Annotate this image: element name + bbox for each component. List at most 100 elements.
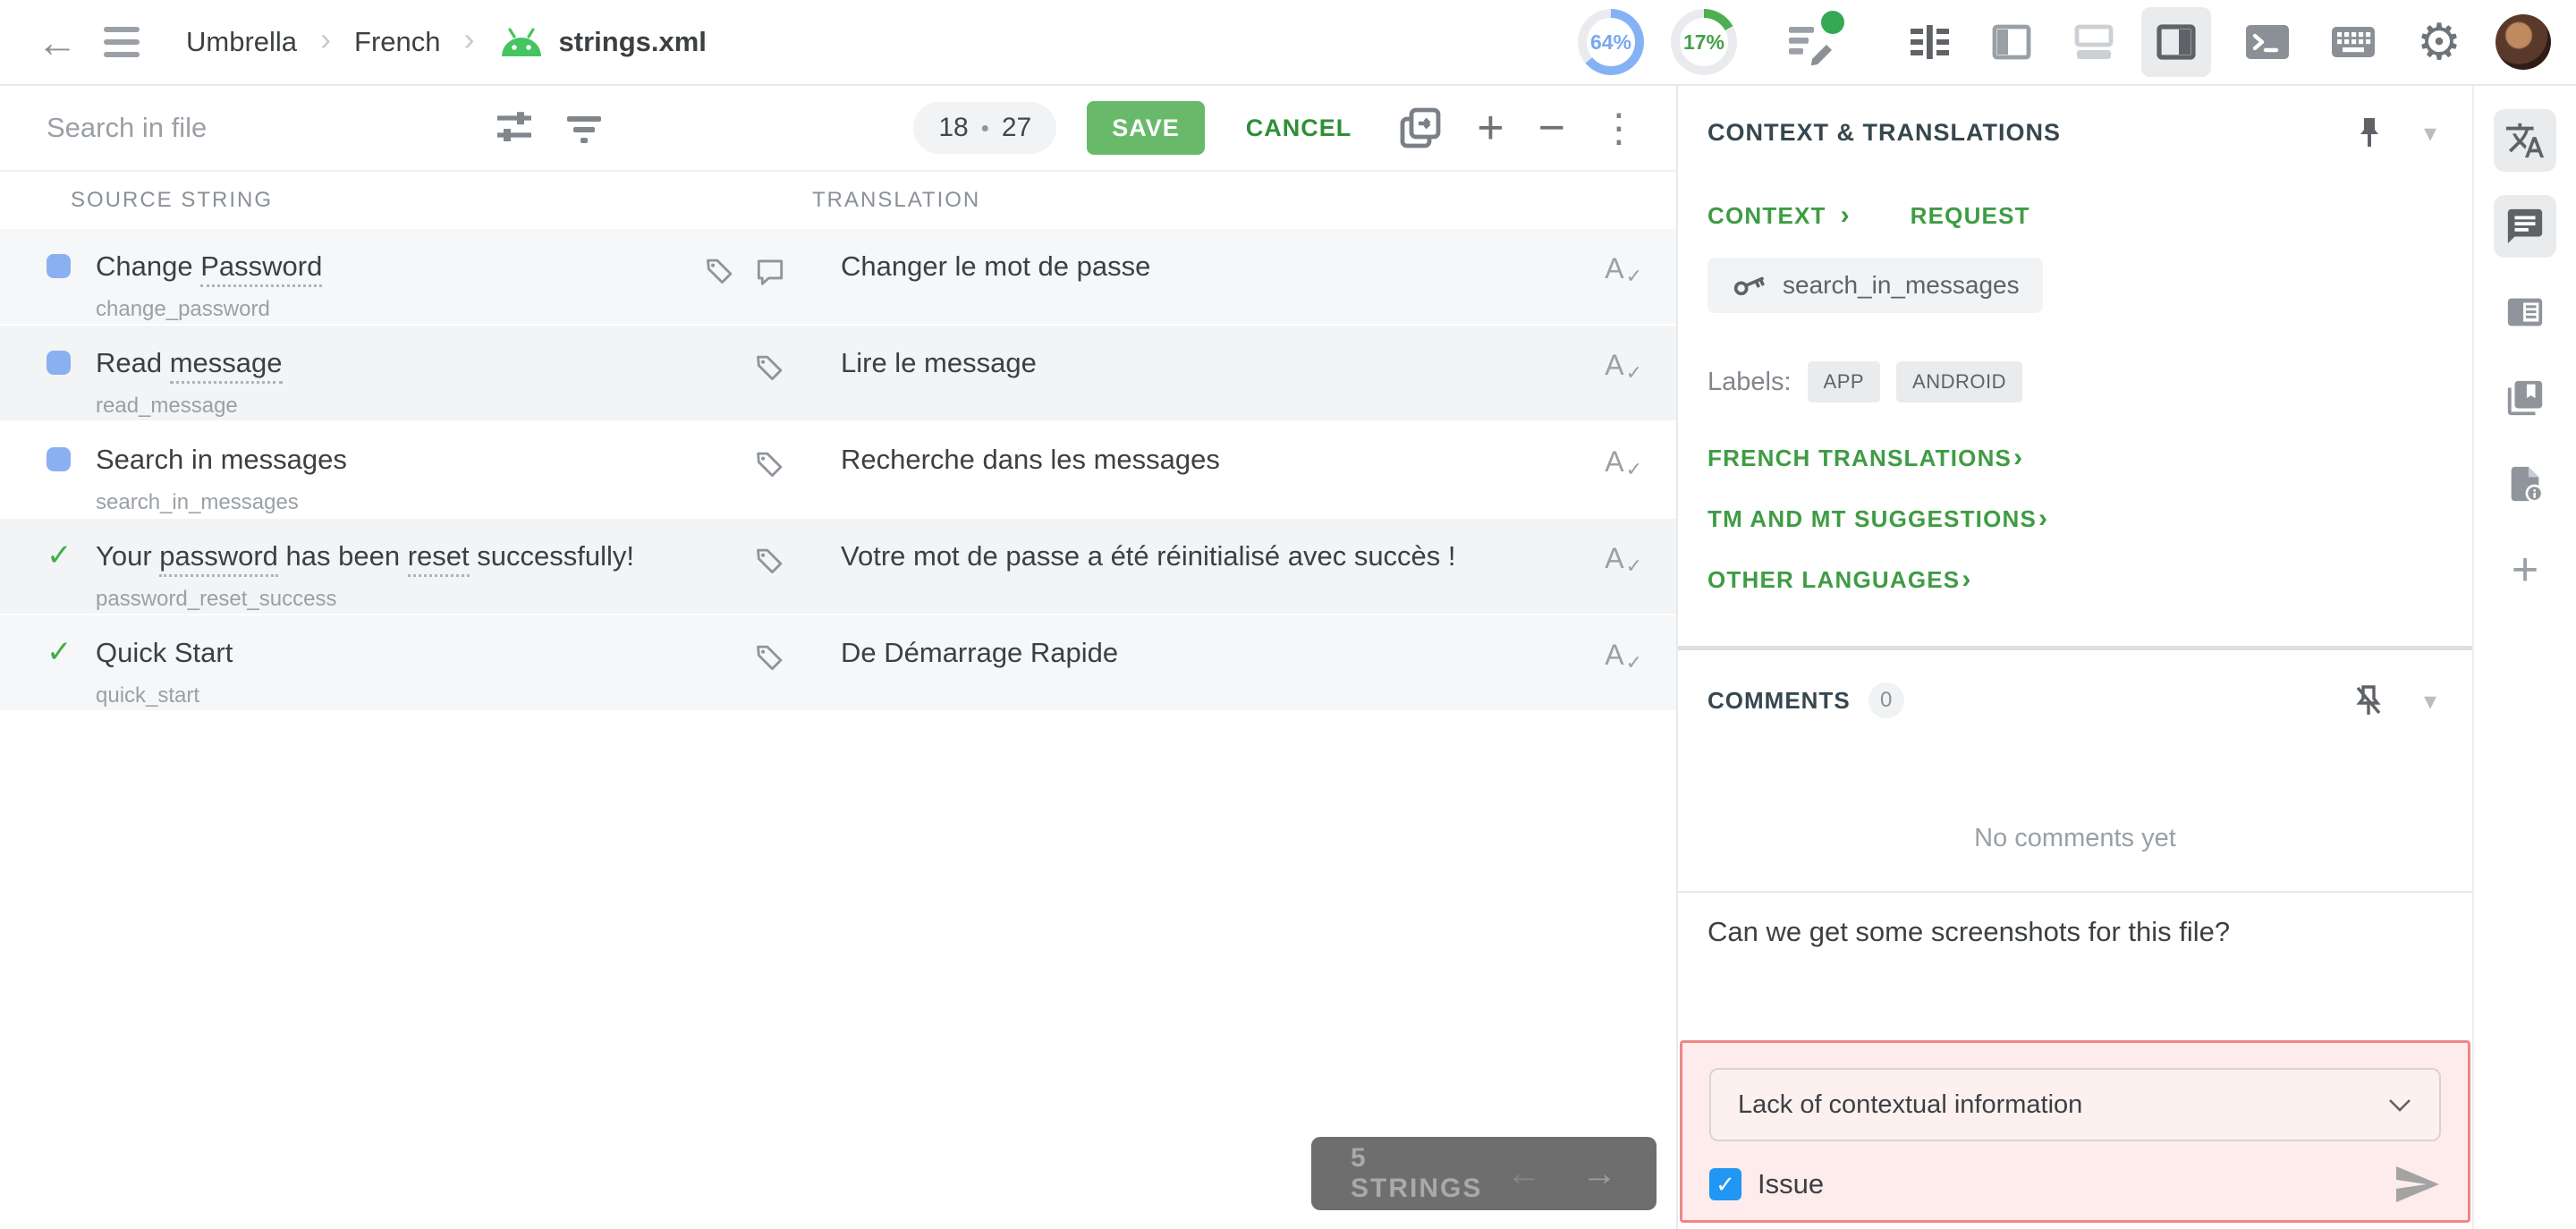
rail-add-panel-button[interactable]: + [2494, 538, 2556, 601]
console-button[interactable] [2238, 13, 2297, 72]
settings-button[interactable]: ⚙ [2410, 13, 2469, 72]
top-bar-actions: 64% 17% ⚙ [1578, 7, 2551, 77]
previous-page-arrow-icon[interactable]: ← [1506, 1154, 1542, 1194]
avatar[interactable] [2496, 14, 2551, 70]
translation-column-header: TRANSLATION [812, 188, 981, 212]
tag-icon [757, 452, 783, 478]
notification-dot [1821, 11, 1844, 34]
side-by-side-view-icon [1911, 25, 1949, 59]
section-other-languages[interactable]: OTHER LANGUAGES › [1707, 549, 2443, 610]
approved-progress-ring[interactable]: 17% [1671, 9, 1737, 75]
source-text: Change [96, 250, 201, 282]
back-arrow-icon: ← [37, 19, 78, 65]
spellcheck-icon[interactable]: A ✓ [1590, 615, 1676, 710]
issue-type-select[interactable]: Lack of contextual information [1709, 1068, 2441, 1141]
keyboard-icon [2332, 27, 2375, 57]
breadcrumb-file[interactable]: strings.xml [498, 26, 707, 58]
string-key: search_in_messages [96, 490, 299, 514]
spellcheck-icon[interactable]: A ✓ [1590, 229, 1676, 324]
key-icon [1733, 276, 1765, 296]
context-link[interactable]: CONTEXT [1707, 202, 1826, 230]
strings-pager: 5 STRINGS ← → [1311, 1137, 1657, 1210]
android-icon [501, 28, 541, 56]
advanced-filter-button[interactable] [487, 100, 542, 156]
table-row-selected[interactable]: Search in messages search_in_messages Re… [0, 422, 1676, 519]
string-identifier[interactable]: search_in_messages [1707, 258, 2043, 313]
table-row[interactable]: ✓ Quick Start quick_start De Démarrage R… [0, 615, 1676, 712]
table-row[interactable]: Read message read_message Lire le messag… [0, 326, 1676, 422]
translation-cell: Recherche dans les messages [841, 444, 1220, 475]
decrease-font-button[interactable]: − [1533, 104, 1571, 152]
editor-view-switcher [1894, 7, 2211, 77]
search-input[interactable] [45, 111, 469, 145]
table-row[interactable]: Change Password change_password Changer … [0, 229, 1676, 326]
sidebar-rail: + [2472, 86, 2576, 1229]
spellcheck-icon[interactable]: A ✓ [1590, 519, 1676, 614]
activity-notes-button[interactable] [1784, 11, 1844, 72]
comments-count-badge: 0 [1868, 682, 1904, 718]
side-by-side-view-button[interactable] [1894, 7, 1964, 77]
top-bar: ← Umbrella › French › strings.xml 64% 17… [0, 0, 2576, 86]
source-text: Your [96, 540, 160, 572]
section-french-translations[interactable]: FRENCH TRANSLATIONS › [1707, 428, 2443, 488]
rail-glossary-button[interactable] [2494, 367, 2556, 429]
breadcrumb-project[interactable]: Umbrella [186, 26, 297, 58]
rail-file-context-button[interactable] [2494, 453, 2556, 515]
next-page-arrow-icon[interactable]: → [1581, 1154, 1617, 1194]
spellcheck-icon[interactable]: A ✓ [1590, 326, 1676, 420]
bullet-icon: • [980, 114, 989, 141]
breadcrumb-language[interactable]: French [354, 26, 440, 58]
panel-divider [1678, 646, 2472, 650]
string-identifier-text: search_in_messages [1783, 271, 2020, 299]
translated-progress-ring[interactable]: 64% [1578, 9, 1644, 75]
right-panel-view-button[interactable] [2141, 7, 2211, 77]
chevron-down-icon[interactable]: ▾ [2424, 686, 2436, 716]
filter-strings-button[interactable] [556, 100, 612, 156]
bottom-panel-view-icon [2074, 24, 2114, 59]
unpin-icon[interactable] [2352, 682, 2385, 718]
counter-total: 27 [1001, 113, 1032, 142]
rail-comments-button[interactable] [2494, 195, 2556, 258]
source-text: Search in messages [96, 444, 347, 475]
context-sidebar: CONTEXT & TRANSLATIONS ▾ CONTEXT › REQUE… [1676, 86, 2472, 1229]
chevron-right-icon: › [2038, 504, 2048, 533]
rail-context-button[interactable] [2494, 281, 2556, 343]
gear-icon: ⚙ [2416, 13, 2462, 70]
spellcheck-icon[interactable]: A ✓ [1590, 422, 1676, 517]
chevron-right-icon: › [1962, 564, 1971, 594]
shortcuts-button[interactable] [2324, 13, 2383, 72]
comment-input[interactable]: Can we get some screenshots for this fil… [1707, 916, 2443, 970]
context-tabs: CONTEXT › REQUEST [1707, 200, 2443, 231]
issue-checkbox[interactable]: ✓ [1709, 1168, 1741, 1200]
issue-checkbox-label: Issue [1758, 1168, 1825, 1199]
select-chevron-icon [2389, 1098, 2411, 1112]
plus-icon: + [2511, 544, 2539, 596]
left-panel-view-icon [1992, 24, 2031, 60]
source-term: Password [200, 250, 323, 287]
labels-row: Labels: APP ANDROID [1707, 361, 2443, 403]
left-panel-view-button[interactable] [1977, 7, 2046, 77]
table-row[interactable]: ✓ Your password has been reset successfu… [0, 519, 1676, 615]
collections-bookmark-icon [2507, 380, 2543, 416]
copy-source-icon [1400, 107, 1441, 148]
send-icon[interactable] [2393, 1163, 2441, 1206]
request-context-link[interactable]: REQUEST [1911, 202, 2030, 230]
source-cell: Quick Start quick_start [0, 615, 676, 710]
cancel-button[interactable]: CANCEL [1241, 114, 1358, 143]
increase-font-button[interactable]: + [1471, 104, 1509, 152]
translation-cell: Votre mot de passe a été réinitialisé av… [841, 540, 1456, 572]
copy-source-button[interactable] [1393, 100, 1448, 156]
row-icons [676, 326, 787, 420]
more-options-button[interactable]: ⋮ [1594, 105, 1644, 152]
bottom-panel-view-button[interactable] [2059, 7, 2129, 77]
comments-title: COMMENTS [1707, 686, 1851, 714]
chevron-right-icon: › [1840, 200, 1850, 230]
section-tm-mt-suggestions[interactable]: TM AND MT SUGGESTIONS › [1707, 488, 2443, 549]
back-button[interactable]: ← [25, 10, 89, 74]
sidebar-sections: FRENCH TRANSLATIONS › TM AND MT SUGGESTI… [1678, 428, 2472, 610]
save-button[interactable]: SAVE [1087, 101, 1205, 155]
main-menu-button[interactable] [89, 10, 154, 74]
rail-translations-button[interactable] [2494, 109, 2556, 172]
chevron-down-icon[interactable]: ▾ [2424, 118, 2436, 148]
pin-icon[interactable] [2354, 114, 2385, 150]
